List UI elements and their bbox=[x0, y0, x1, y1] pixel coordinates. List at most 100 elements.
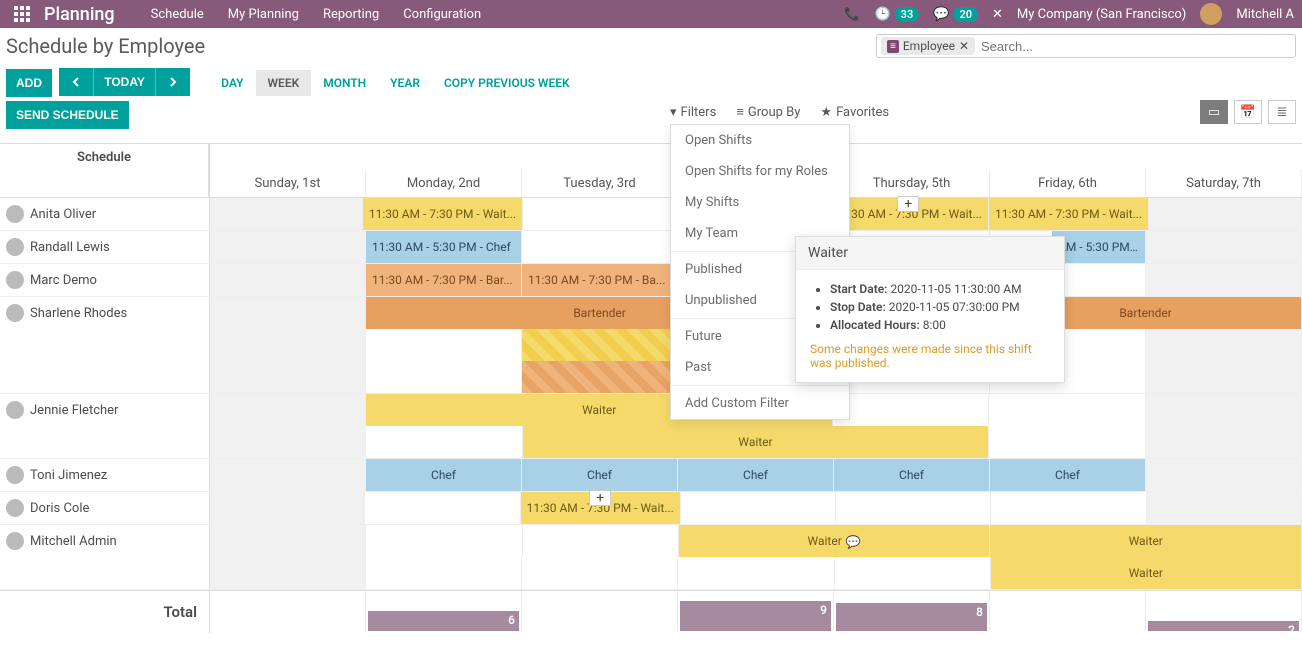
phone-icon[interactable]: 📞 bbox=[844, 7, 860, 22]
cell[interactable]: Chef bbox=[990, 459, 1146, 491]
cell[interactable] bbox=[210, 557, 366, 589]
shift-pill[interactable]: Chef bbox=[522, 459, 677, 491]
search-input[interactable] bbox=[981, 39, 1291, 54]
cell[interactable] bbox=[210, 426, 366, 458]
nav-schedule[interactable]: Schedule bbox=[151, 7, 204, 22]
cell[interactable] bbox=[523, 198, 676, 230]
shift-pill[interactable]: Chef bbox=[366, 459, 521, 491]
today-button[interactable]: TODAY bbox=[94, 68, 156, 96]
tab-month[interactable]: MONTH bbox=[311, 70, 378, 96]
cell[interactable] bbox=[678, 557, 834, 589]
cell[interactable] bbox=[1146, 394, 1302, 426]
cell[interactable] bbox=[366, 426, 522, 458]
filter-option[interactable]: Open Shifts for my Roles bbox=[671, 156, 849, 187]
add-button[interactable]: ADD bbox=[6, 69, 52, 97]
cell[interactable] bbox=[991, 492, 1146, 524]
cell[interactable] bbox=[210, 198, 363, 230]
shift-pill[interactable]: AM - 5:30 PM - Chef bbox=[1052, 231, 1145, 263]
cell[interactable]: 11:30 AM - 7:30 PM - Wait... bbox=[989, 198, 1149, 230]
cell[interactable]: Chef bbox=[834, 459, 990, 491]
gantt-view-button[interactable]: ▭ bbox=[1200, 100, 1228, 124]
cell[interactable] bbox=[1146, 361, 1302, 393]
cell[interactable] bbox=[523, 525, 679, 557]
cell[interactable] bbox=[210, 297, 366, 329]
user-avatar[interactable] bbox=[1200, 3, 1222, 25]
shift-pill[interactable]: Chef bbox=[990, 459, 1145, 491]
search-tag-employee[interactable]: ≡ Employee ✕ bbox=[881, 37, 975, 55]
cell[interactable]: 11:30 AM - 5:30 PM - Chef bbox=[366, 231, 522, 263]
favorites-button[interactable]: ★Favorites bbox=[820, 104, 889, 120]
search-box[interactable]: ≡ Employee ✕ bbox=[876, 34, 1296, 58]
cell[interactable] bbox=[366, 557, 522, 589]
cell[interactable] bbox=[210, 329, 366, 361]
shift-pill[interactable]: Waiter💬 bbox=[679, 525, 990, 557]
cell[interactable] bbox=[681, 492, 836, 524]
shift-pill[interactable]: Chef bbox=[834, 459, 989, 491]
add-shift-button[interactable]: + bbox=[589, 490, 611, 506]
cell[interactable]: Chef bbox=[678, 459, 834, 491]
shift-pill[interactable]: 11:30 AM - 7:30 PM - Bar... bbox=[366, 264, 521, 296]
cell[interactable] bbox=[1146, 459, 1302, 491]
shift-pill[interactable]: Waiter bbox=[991, 557, 1301, 589]
cell[interactable] bbox=[210, 264, 366, 296]
cell[interactable] bbox=[989, 426, 1145, 458]
discuss-button[interactable]: 💬 20 bbox=[933, 7, 978, 22]
shift-pill[interactable]: Chef bbox=[678, 459, 833, 491]
close-icon[interactable]: ✕ bbox=[959, 39, 969, 53]
shift-pill[interactable]: 11:30 AM - 5:30 PM - Chef bbox=[366, 231, 521, 263]
cell[interactable]: 11:30 AM - 7:30 PM - Wait... bbox=[363, 198, 523, 230]
cell[interactable] bbox=[836, 492, 991, 524]
shift-pill[interactable]: 11:30 AM - 7:30 PM - Ba... bbox=[522, 264, 677, 296]
calendar-view-button[interactable]: 📅 bbox=[1234, 100, 1262, 124]
filters-button[interactable]: ▾Filters bbox=[670, 104, 716, 120]
cell[interactable] bbox=[1146, 264, 1302, 296]
nav-configuration[interactable]: Configuration bbox=[403, 7, 481, 22]
cell[interactable]: + 11:30 AM - 7:30 PM - Wait... bbox=[521, 492, 681, 524]
cell[interactable]: Waiter bbox=[990, 525, 1302, 557]
add-shift-button[interactable]: + bbox=[897, 196, 919, 212]
cell[interactable] bbox=[1146, 426, 1302, 458]
filter-option[interactable]: Open Shifts bbox=[671, 125, 849, 156]
cell[interactable] bbox=[1146, 231, 1302, 263]
cell[interactable] bbox=[835, 557, 991, 589]
cell[interactable] bbox=[210, 492, 365, 524]
copy-previous-week-button[interactable]: COPY PREVIOUS WEEK bbox=[432, 70, 582, 96]
cell[interactable] bbox=[1146, 329, 1302, 361]
prev-button[interactable] bbox=[59, 68, 94, 96]
cell[interactable]: 11:30 AM - 7:30 PM - Bar... bbox=[366, 264, 522, 296]
list-view-button[interactable]: ≣ bbox=[1268, 100, 1296, 124]
cell[interactable] bbox=[522, 557, 678, 589]
nav-my-planning[interactable]: My Planning bbox=[228, 7, 299, 22]
cell[interactable] bbox=[210, 394, 366, 426]
cell[interactable]: 11:30 AM - 7:30 PM - Ba... bbox=[522, 264, 678, 296]
cell[interactable]: Chef bbox=[366, 459, 522, 491]
cell[interactable] bbox=[366, 361, 522, 393]
cell[interactable] bbox=[366, 525, 522, 557]
activities-button[interactable]: 🕒 33 bbox=[874, 7, 919, 22]
tools-icon[interactable]: ✕ bbox=[992, 7, 1003, 22]
shift-pill[interactable]: Waiter bbox=[990, 525, 1301, 557]
cell[interactable] bbox=[365, 492, 520, 524]
cell[interactable]: Waiter💬 bbox=[679, 525, 991, 557]
tab-week[interactable]: WEEK bbox=[256, 70, 312, 96]
nav-reporting[interactable]: Reporting bbox=[323, 7, 379, 22]
filter-option[interactable]: My Shifts bbox=[671, 187, 849, 218]
cell[interactable] bbox=[522, 231, 678, 263]
company-selector[interactable]: My Company (San Francisco) bbox=[1017, 7, 1186, 22]
apps-icon[interactable] bbox=[8, 0, 36, 28]
shift-pill[interactable]: 11:30 AM - 7:30 PM - Wait... bbox=[989, 198, 1148, 230]
send-schedule-button[interactable]: SEND SCHEDULE bbox=[6, 101, 129, 129]
next-button[interactable] bbox=[156, 68, 190, 96]
cell[interactable] bbox=[833, 394, 989, 426]
cell[interactable] bbox=[210, 459, 366, 491]
cell[interactable] bbox=[366, 329, 522, 361]
cell[interactable] bbox=[1149, 198, 1302, 230]
cell[interactable]: Waiter bbox=[523, 426, 990, 458]
tab-day[interactable]: DAY bbox=[209, 70, 255, 96]
user-name[interactable]: Mitchell A bbox=[1236, 7, 1294, 22]
cell[interactable] bbox=[210, 231, 366, 263]
tab-year[interactable]: YEAR bbox=[378, 70, 432, 96]
cell[interactable]: Waiter bbox=[991, 557, 1302, 589]
groupby-button[interactable]: ≡Group By bbox=[736, 104, 800, 120]
cell[interactable] bbox=[210, 361, 366, 393]
